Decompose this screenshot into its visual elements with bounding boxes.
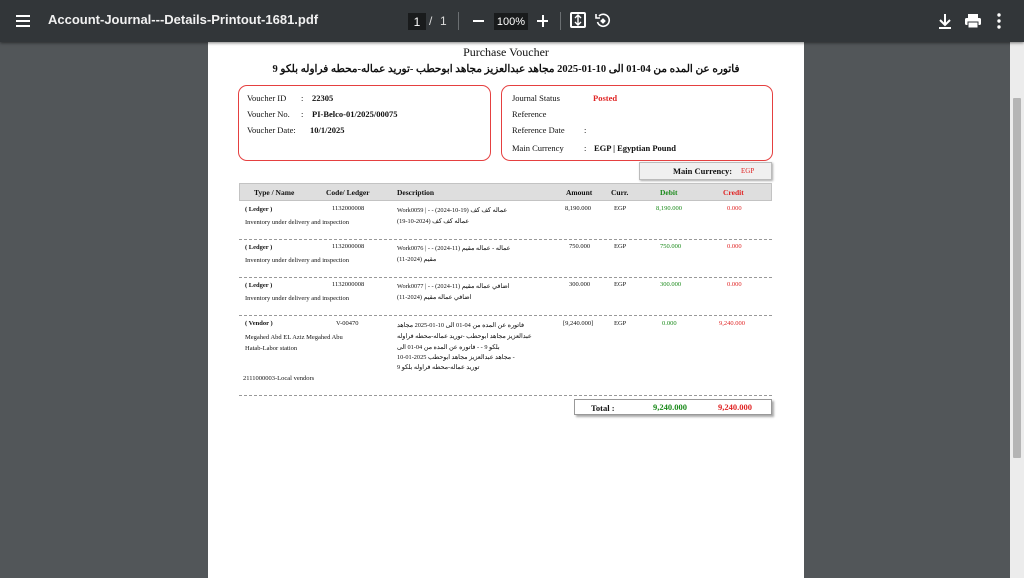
row-divider (239, 239, 772, 240)
row-name: Megahed Abd EL Aziz Megahed Abu (245, 334, 343, 341)
zoom-out-icon[interactable] (470, 11, 488, 31)
row-description: بلكو 9 - - فاتوره عن المده من 04-01 الى (397, 344, 500, 351)
journal-status-value: Posted (593, 93, 618, 103)
toolbar-divider (560, 12, 561, 30)
voucher-id-value: 22305 (312, 93, 334, 103)
row-name: Inventory under delivery and inspection (245, 295, 349, 302)
toolbar-divider (458, 12, 459, 30)
row-amount: [9,240.000] (563, 320, 594, 327)
voucher-id-label: Voucher ID (247, 93, 287, 103)
row-name: Hatab-Labor station (245, 345, 298, 352)
row-debit: 8,190.000 (656, 205, 682, 212)
row-amount: 750.000 (569, 243, 591, 250)
total-label: Total : (591, 403, 615, 413)
document-filename: Account-Journal---Details-Printout-1681.… (48, 12, 319, 27)
row-type: ( Ledger ) (245, 206, 273, 213)
vertical-scrollbar[interactable] (1010, 42, 1024, 578)
total-credit: 9,240.000 (718, 402, 752, 412)
row-amount: 300.000 (569, 281, 591, 288)
rotate-icon[interactable] (594, 12, 612, 30)
voucher-date-value: 10/1/2025 (310, 125, 345, 135)
voucher-date-label: Voucher Date: (247, 125, 296, 135)
total-box: Total : 9,240.000 9,240.000 (574, 399, 772, 415)
main-currency-box: Main Currency: EGP (639, 162, 772, 180)
voucher-no-label: Voucher No. (247, 109, 290, 119)
row-credit: 9,240.000 (719, 320, 745, 327)
col-description: Description (397, 188, 435, 197)
col-code: Code/ Ledger (326, 188, 370, 197)
zoom-level-input[interactable]: 100% (494, 13, 528, 30)
colon: : (584, 143, 587, 153)
row-description: Work0076 | - - (2024-11) عماله - عماله م… (397, 245, 511, 252)
scrollbar-thumb[interactable] (1013, 98, 1021, 458)
main-currency-label: Main Currency (512, 143, 564, 153)
main-currency-box-label: Main Currency: (673, 166, 733, 176)
reference-date-label: Reference Date (512, 125, 565, 135)
voucher-title: Purchase Voucher (463, 45, 549, 59)
col-curr: Curr. (611, 188, 629, 197)
row-curr: EGP (614, 281, 627, 288)
row-type: ( Vendor ) (245, 320, 273, 327)
row-curr: EGP (614, 205, 627, 212)
row-name: Inventory under delivery and inspection (245, 257, 349, 264)
row-divider (239, 395, 772, 396)
colon: : (301, 93, 304, 103)
row-description: توريد عماله-محطه فراوله بلكو 9 (397, 364, 480, 371)
menu-icon[interactable] (10, 9, 36, 33)
row-description: Work0059 | - - (2024-10-19) عماله كف كف (397, 207, 508, 214)
pdf-toolbar: Account-Journal---Details-Printout-1681.… (0, 0, 1024, 42)
main-currency-value: EGP | Egyptian Pound (594, 143, 676, 153)
colon: : (584, 125, 587, 135)
total-debit: 9,240.000 (653, 402, 687, 412)
row-code: 1132000008 (332, 281, 365, 288)
page-total: 1 (440, 14, 447, 28)
row-description: (عماله كف كف (2024-10-19 (397, 218, 469, 225)
row-description: (اضافي عماله مقيم (2024-11 (397, 294, 472, 301)
row-credit: 0.000 (727, 205, 742, 212)
voucher-no-value: PI-Belco-01/2025/00075 (312, 109, 398, 119)
col-credit: Credit (723, 188, 744, 197)
main-currency-box-value: EGP (741, 167, 755, 175)
colon: : (301, 109, 304, 119)
download-icon[interactable] (937, 12, 953, 30)
voucher-info-box: Voucher ID : 22305 Voucher No. : PI-Belc… (238, 85, 491, 161)
row-credit: 0.000 (727, 281, 742, 288)
row-description: Work0077 | - - (2024-11) اضافي عماله مقي… (397, 283, 510, 290)
journal-info-box: Journal Status Posted Reference Referenc… (501, 85, 773, 161)
more-icon[interactable] (993, 12, 1005, 30)
row-code: 1132000008 (332, 243, 365, 250)
row-curr: EGP (614, 243, 627, 250)
row-debit: 300.000 (660, 281, 682, 288)
row-amount: 8,190.000 (565, 205, 591, 212)
row-account: 2111000003-Local vendors (243, 375, 315, 382)
row-curr: EGP (614, 320, 627, 327)
row-divider (239, 277, 772, 278)
row-credit: 0.000 (727, 243, 742, 250)
row-divider (239, 315, 772, 316)
pdf-page: Purchase Voucher فاتوره عن المده من 04-0… (208, 42, 804, 578)
row-description: عبدالعزيز مجاهد ابوحطب -توريد عماله-محطه… (397, 333, 532, 340)
row-code: V-00470 (336, 320, 359, 327)
row-description: فاتوره عن المده من 04-01 الى 10-01-2025 … (397, 322, 524, 329)
table-header: Type / Name Code/ Ledger Description Amo… (239, 183, 772, 201)
voucher-subtitle: فاتوره عن المده من 04-01 الى 10-01-2025 … (272, 64, 740, 75)
row-type: ( Ledger ) (245, 282, 273, 289)
zoom-in-icon[interactable] (534, 11, 552, 31)
journal-status-label: Journal Status (512, 93, 560, 103)
row-debit: 0.000 (662, 320, 677, 327)
col-debit: Debit (660, 188, 678, 197)
reference-label: Reference (512, 109, 547, 119)
row-description: (مقيم (2024-11 (397, 256, 437, 263)
fit-page-icon[interactable] (570, 12, 586, 28)
col-type: Type / Name (254, 188, 295, 197)
page-separator: / (429, 14, 433, 28)
row-code: 1132000008 (332, 205, 365, 212)
row-debit: 750.000 (660, 243, 682, 250)
row-name: Inventory under delivery and inspection (245, 219, 349, 226)
print-icon[interactable] (964, 12, 982, 30)
row-description: 10-01-2025 مجاهد عبدالعزيز مجاهد ابوحطب … (397, 354, 515, 361)
col-amount: Amount (566, 188, 593, 197)
page-number-input[interactable]: 1 (408, 13, 426, 30)
row-type: ( Ledger ) (245, 244, 273, 251)
